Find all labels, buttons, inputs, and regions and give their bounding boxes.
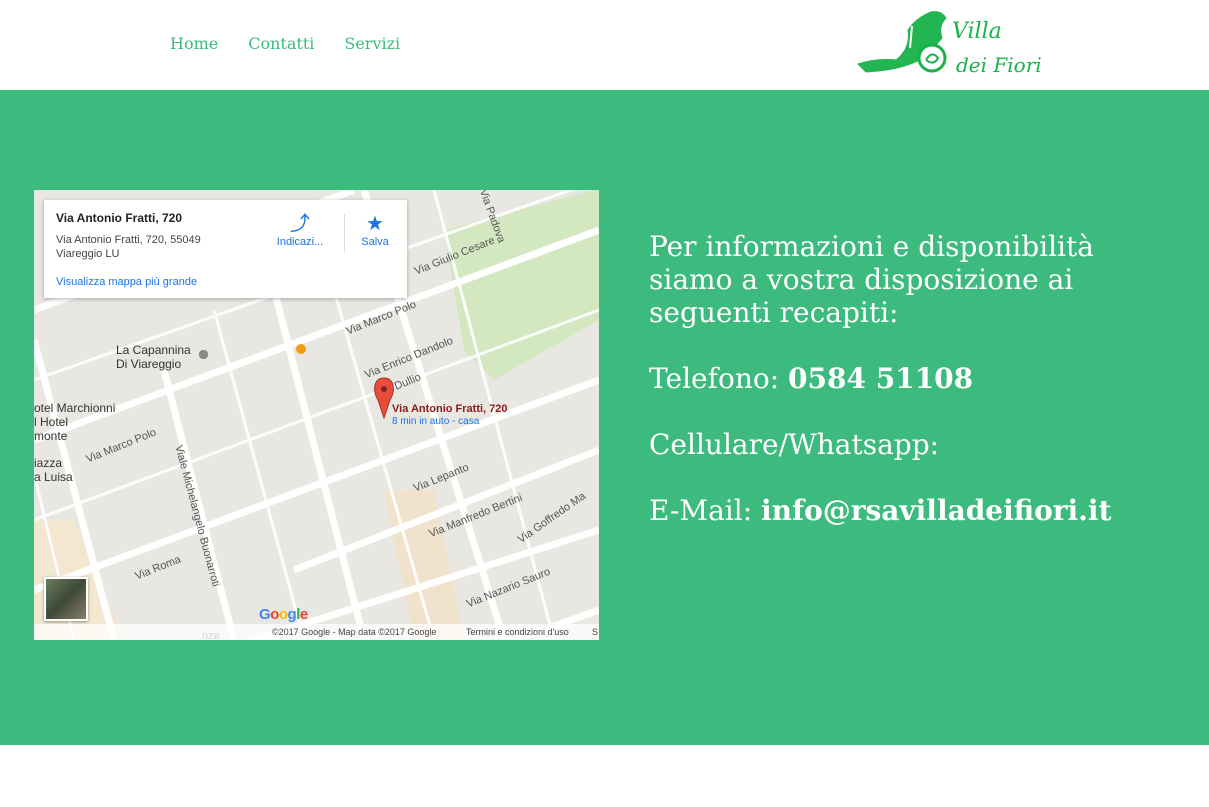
nav-servizi-link[interactable]: Servizi: [344, 34, 400, 53]
poi-capannina[interactable]: La Capannina Di Viareggio: [116, 343, 191, 371]
poi-line: Di Viareggio: [116, 357, 182, 371]
poi-line: a Luisa: [34, 470, 73, 484]
pin-label: Via Antonio Fratti, 720: [392, 403, 508, 415]
poi-hotel-marchionni[interactable]: otel Marchionni l Hotel monte: [34, 401, 115, 443]
logo-line2: dei Fiori: [956, 53, 1042, 76]
google-logo: Google: [259, 606, 308, 623]
google-letter: g: [287, 606, 297, 623]
email-label: E-Mail:: [649, 494, 762, 527]
header: Home Contatti Servizi Villa dei Fiori: [0, 0, 1209, 90]
phone-number[interactable]: 0584 51108: [788, 362, 973, 395]
poi-line: otel Marchionni: [34, 401, 116, 415]
place-info-card: Via Antonio Fratti, 720 Via Antonio Frat…: [44, 200, 407, 298]
map-footer: ©2017 Google - Map data ©2017 Google Ter…: [34, 624, 599, 640]
main-nav: Home Contatti Servizi: [170, 34, 430, 53]
mobile-line: Cellulare/Whatsapp:: [649, 428, 940, 461]
google-letter: o: [270, 606, 279, 623]
phone-label: Telefono:: [649, 362, 789, 395]
contact-info: Per informazioni e disponibilità siamo a…: [649, 230, 1169, 527]
google-letter: o: [278, 606, 288, 623]
place-address: Via Antonio Fratti, 720, 55049 Viareggio…: [56, 233, 226, 261]
email-address[interactable]: info@rsavilladeifiori.it: [761, 494, 1111, 527]
embedded-map[interactable]: Via Padova Via Giulio Cesare Via Marco P…: [34, 190, 599, 640]
google-letter: G: [259, 606, 271, 623]
satellite-toggle-thumbnail[interactable]: [44, 577, 88, 621]
restaurant-poi-icon[interactable]: [296, 344, 306, 354]
directions-button[interactable]: ⤴ Indicazi...: [269, 212, 331, 248]
directions-label: Indicazi...: [276, 236, 324, 248]
poi-line: La Capannina: [116, 343, 191, 357]
contact-intro: Per informazioni e disponibilità siamo a…: [649, 230, 1094, 329]
poi-marker-icon[interactable]: [199, 350, 208, 359]
save-label: Salva: [361, 236, 389, 248]
nav-home-link[interactable]: Home: [170, 34, 218, 53]
address-line: Viareggio LU: [56, 248, 120, 260]
place-title: Via Antonio Fratti, 720: [56, 211, 183, 225]
view-larger-map-link[interactable]: Visualizza mappa più grande: [56, 276, 197, 288]
logo-line1: Villa: [952, 19, 1002, 44]
email-line: E-Mail: info@rsavilladeifiori.it: [649, 494, 1169, 527]
report-link[interactable]: S: [592, 627, 598, 637]
villa-dei-fiori-logo[interactable]: Villa dei Fiori: [856, 8, 1046, 76]
poi-line: l Hotel: [34, 415, 69, 429]
poi-piazza[interactable]: iazza a Luisa: [34, 456, 73, 484]
google-letter: e: [299, 606, 308, 623]
address-line: Via Antonio Fratti, 720, 55049: [56, 234, 201, 246]
star-icon: ★: [366, 213, 384, 235]
terms-link[interactable]: Termini e condizioni d'uso: [466, 627, 569, 637]
phone-line: Telefono: 0584 51108: [649, 362, 1169, 395]
poi-line: monte: [34, 429, 68, 443]
save-button[interactable]: ★ Salva: [344, 212, 406, 248]
directions-icon: ⤴: [290, 213, 310, 235]
pin-sublabel[interactable]: 8 min in auto - casa: [392, 416, 479, 427]
map-copyright: ©2017 Google - Map data ©2017 Google: [272, 627, 437, 637]
nav-contatti-link[interactable]: Contatti: [248, 34, 314, 53]
poi-line: iazza: [34, 456, 63, 470]
